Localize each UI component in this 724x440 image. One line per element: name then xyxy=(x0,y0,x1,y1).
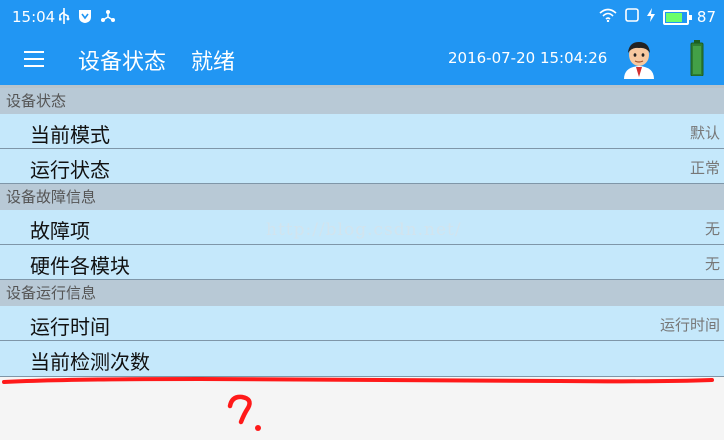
page-title: 设备状态 xyxy=(78,50,167,75)
charging-icon xyxy=(646,8,655,26)
battery-icon xyxy=(662,9,692,25)
row-label: 硬件各模块 xyxy=(30,254,130,278)
row-value: 正常 xyxy=(689,159,720,177)
row-value: 无 xyxy=(704,255,720,273)
datetime-label: 2016-07-20 15:04:26 xyxy=(448,49,608,67)
status-icons-left xyxy=(58,8,116,28)
row-label: 当前模式 xyxy=(30,123,110,147)
row-value: 运行时间 xyxy=(659,316,720,334)
row-value: 无 xyxy=(704,220,720,238)
share-icon xyxy=(100,8,116,28)
battery-level: 87 xyxy=(696,8,716,26)
status-icons-right: 87 xyxy=(599,8,716,26)
row-label: 故障项 xyxy=(30,219,90,243)
section-header-device-status: 设备状态 xyxy=(0,88,724,114)
list-item-running-time[interactable]: 运行时间 运行时间 xyxy=(0,306,724,341)
watermark: http://blog.csdn.net/ xyxy=(266,220,462,240)
device-status-label: 就绪 xyxy=(191,50,236,75)
shield-icon xyxy=(78,8,92,28)
list-item-running-state[interactable]: 运行状态 正常 xyxy=(0,149,724,184)
usb-icon xyxy=(58,8,70,28)
status-time: 15:04 xyxy=(12,8,56,26)
list-item-hardware-modules[interactable]: 硬件各模块 无 xyxy=(0,245,724,280)
battery-fill xyxy=(665,12,682,22)
app-bar: 设备状态 就绪 2016-07-20 15:04:26 xyxy=(0,36,724,85)
menu-icon[interactable] xyxy=(24,51,44,69)
device-battery-icon xyxy=(690,40,704,77)
annotation-underline xyxy=(2,376,714,384)
row-label: 运行状态 xyxy=(30,158,110,182)
list-item-current-mode[interactable]: 当前模式 默认 xyxy=(0,114,724,149)
row-label: 运行时间 xyxy=(30,315,110,339)
annotation-question-mark xyxy=(227,394,261,431)
status-bar: 15:04 87 xyxy=(0,0,724,36)
user-avatar-icon[interactable] xyxy=(620,39,658,79)
wifi-icon xyxy=(599,8,617,26)
screen-icon xyxy=(625,8,639,26)
section-header-fault-info: 设备故障信息 xyxy=(0,184,724,210)
row-value: 默认 xyxy=(689,124,720,142)
section-header-running-info: 设备运行信息 xyxy=(0,280,724,306)
